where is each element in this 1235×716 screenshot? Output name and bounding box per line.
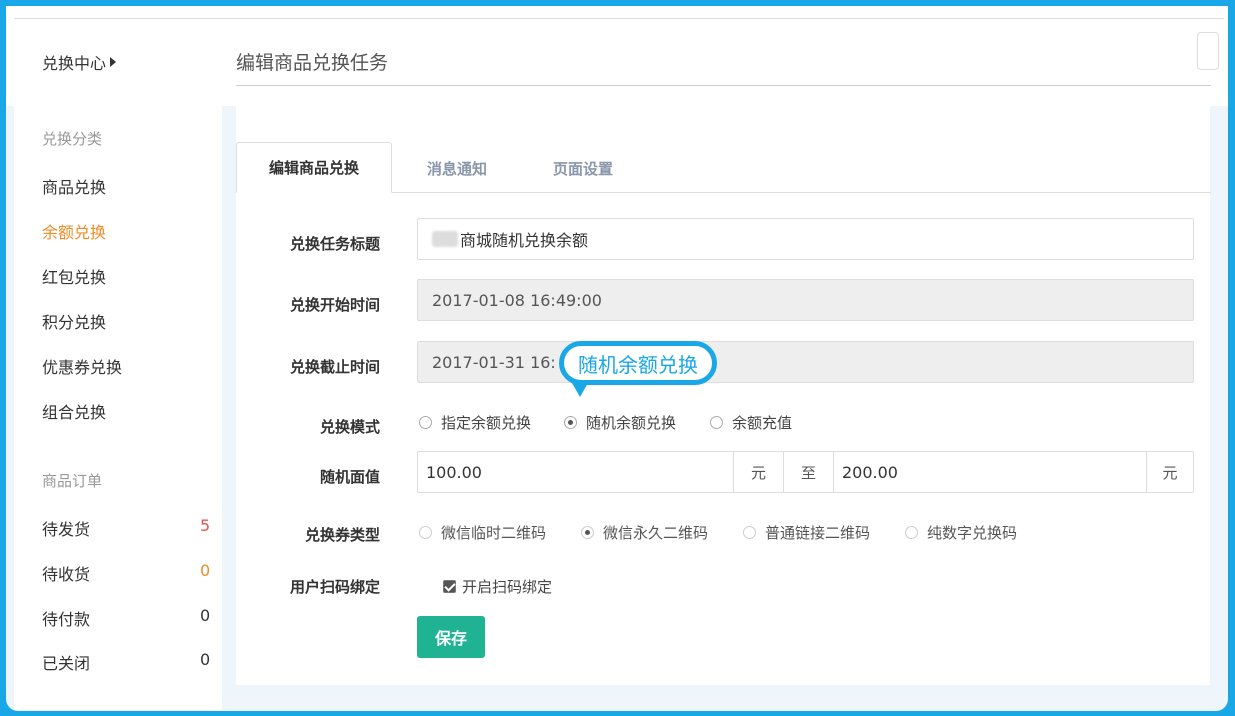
random-value-group: 100.00 元 至 200.00 元 [417,451,1194,493]
exchange-center-menu[interactable]: 兑换中心 [42,50,117,74]
sidebar-item-combo[interactable]: 组合兑换 [42,399,106,423]
coupon-option-numeric[interactable]: 纯数字兑换码 [905,522,1017,543]
mode-option-fixed-label: 指定余额兑换 [441,414,532,432]
random-min-input[interactable]: 100.00 [418,452,733,492]
sidebar-order-closed[interactable]: 已关闭 [42,650,90,674]
sidebar-group-exchange: 兑换分类 [42,130,103,148]
radio-icon [710,416,723,429]
mode-label: 兑换模式 [319,418,380,436]
coupon-option-numeric-label: 纯数字兑换码 [927,524,1018,542]
top-right-control[interactable] [1197,32,1219,70]
scan-bind-checkbox-label: 开启扫码绑定 [462,578,553,596]
callout-bubble: 随机余额兑换 [559,341,717,385]
caret-right-icon [110,57,117,67]
mode-option-random-label: 随机余额兑换 [586,414,677,432]
exchange-center-label: 兑换中心 [42,54,107,73]
coupon-option-link-qr[interactable]: 普通链接二维码 [743,522,870,543]
coupon-option-link-qr-label: 普通链接二维码 [765,524,871,542]
title-label: 兑换任务标题 [289,235,380,253]
coupon-option-temp-qr-label: 微信临时二维码 [441,524,547,542]
header-area [6,6,1228,106]
to-ship-count: 5 [200,516,211,535]
coupon-option-temp-qr[interactable]: 微信临时二维码 [419,522,546,543]
radio-checked-icon [564,416,577,429]
unit-addon-min: 元 [733,452,783,492]
tab-edit-exchange[interactable]: 编辑商品兑换 [236,142,392,193]
coupon-option-perm-qr[interactable]: 微信永久二维码 [581,522,708,543]
title-value: 商城随机兑换余额 [460,231,589,250]
closed-count: 0 [200,650,211,669]
mode-option-recharge-label: 余额充值 [732,414,793,432]
save-button[interactable]: 保存 [417,616,485,658]
end-time-input[interactable]: 2017-01-31 16: [417,341,1194,383]
title-input[interactable]: 商城随机兑换余额 [417,218,1194,260]
sidebar-order-to-pay[interactable]: 待付款 [42,606,90,630]
start-time-input[interactable]: 2017-01-08 16:49:00 [417,279,1194,321]
radio-icon [905,526,918,539]
scan-bind-checkbox[interactable]: 开启扫码绑定 [443,576,552,597]
coupon-option-perm-qr-label: 微信永久二维码 [603,524,709,542]
sidebar-order-to-receive[interactable]: 待收货 [42,561,90,585]
blurred-shop-name [432,231,458,247]
radio-icon [743,526,756,539]
to-pay-count: 0 [200,606,211,625]
random-value-label: 随机面值 [319,468,380,486]
to-receive-count: 0 [200,561,211,580]
unit-addon-max: 元 [1146,452,1193,492]
tab-page-settings[interactable]: 页面设置 [553,158,613,179]
radio-checked-icon [581,526,594,539]
radio-icon [419,416,432,429]
mode-option-fixed[interactable]: 指定余额兑换 [419,412,531,433]
sidebar-order-to-ship[interactable]: 待发货 [42,516,90,540]
to-addon: 至 [783,452,833,492]
random-max-input[interactable]: 200.00 [833,452,1146,492]
sidebar-group-orders: 商品订单 [42,472,103,490]
mode-option-recharge[interactable]: 余额充值 [710,412,792,433]
sidebar-item-coupon[interactable]: 优惠券兑换 [42,354,122,378]
sidebar-item-points[interactable]: 积分兑换 [42,309,106,333]
sidebar-item-balance[interactable]: 余额兑换 [42,219,106,243]
sidebar-item-goods[interactable]: 商品兑换 [42,174,106,198]
title-divider [236,85,1211,86]
scan-bind-label: 用户扫码绑定 [289,578,380,596]
callout-tail [572,383,588,397]
radio-icon [419,526,432,539]
coupon-type-label: 兑换券类型 [304,526,380,544]
mode-option-random[interactable]: 随机余额兑换 [564,412,676,433]
tab-notification[interactable]: 消息通知 [427,158,487,179]
end-time-label: 兑换截止时间 [289,358,380,376]
checkbox-checked-icon [443,580,456,593]
start-time-label: 兑换开始时间 [289,296,380,314]
sidebar-item-redpacket[interactable]: 红包兑换 [42,264,106,288]
top-divider [14,18,1224,19]
page-title: 编辑商品兑换任务 [236,52,389,74]
